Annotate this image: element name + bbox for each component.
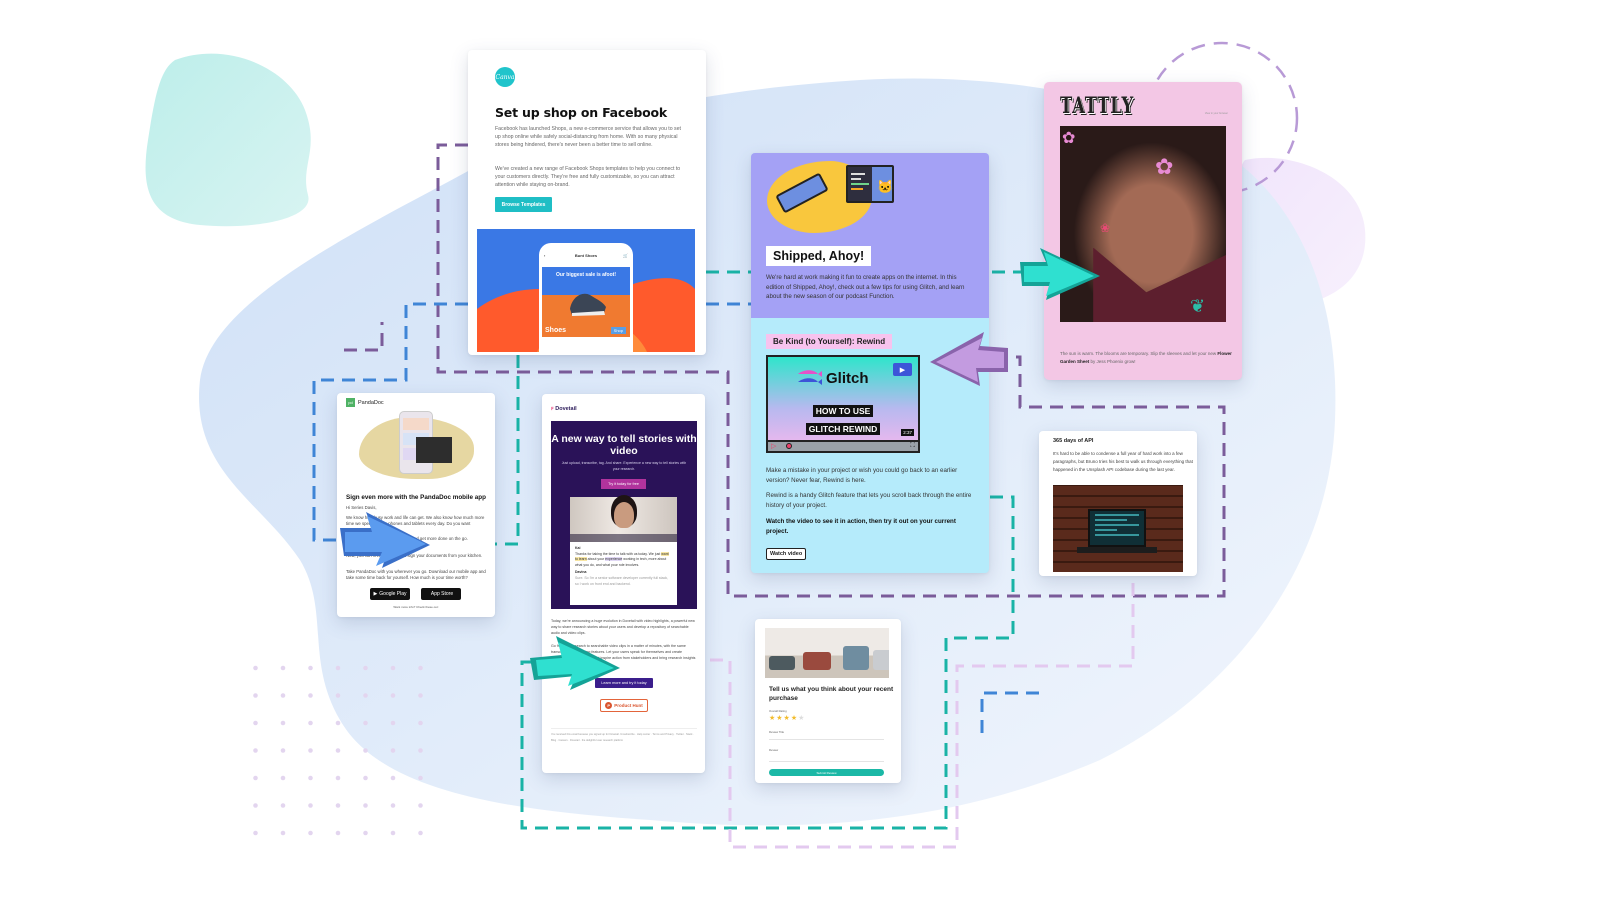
unsplash-api-card[interactable]: 365 days of API It's hard to be able to … [1039, 431, 1197, 576]
shoe-image [570, 293, 606, 316]
pandadoc-more-info: Want more info? Check these out: [393, 605, 439, 609]
dovetail-title: A new way to tell stories with video [551, 433, 697, 457]
tattly-caption: The sun is warm. The blooms are temporar… [1060, 351, 1232, 364]
review-textarea[interactable] [769, 752, 884, 762]
back-chevron-icon: ‹ [544, 253, 546, 258]
api-title: 365 days of API [1053, 438, 1094, 444]
api-body: It's hard to be able to condense a full … [1053, 451, 1193, 472]
view-in-browser-link[interactable]: View in your browser [1205, 112, 1228, 115]
transcript-2: Sure. So I'm a senior software developer… [575, 575, 669, 586]
dovetail-mark-icon: ꜰ [551, 406, 554, 412]
pandadoc-paragraph-1: We know how busy work and life can get. … [346, 515, 485, 527]
star-empty-icon: ★ [798, 715, 806, 722]
star-rating[interactable]: ★★★★★ [769, 714, 805, 722]
cart-icon: 🛒 [623, 253, 628, 258]
glitch-section-title: Be Kind (to Yourself): Rewind [766, 334, 893, 349]
glitch-body-3: Watch the video to see it in action, the… [766, 518, 956, 535]
phone-header: Bunt Shoes [574, 253, 598, 258]
fish-logo-icon [798, 370, 822, 385]
video-scrubber[interactable] [786, 443, 792, 449]
teal-blob [145, 53, 311, 227]
glitch-intro: We're hard at work making it fun to crea… [766, 274, 965, 300]
dovetail-paragraph-2: Go from raw research to searchable video… [551, 644, 696, 666]
pandadoc-greeting: Hi Series Davis, [346, 505, 377, 510]
context-menu-illustration [416, 437, 452, 463]
tattly-email-card[interactable]: TATTLY View in your browser ✿ ✿ ❀ ❦ The … [1044, 82, 1242, 380]
flower-icon: ✿ [1062, 130, 1076, 147]
flower-icon: ✿ [1155, 154, 1174, 179]
glitch-video-player[interactable]: Glitch ▶ HOW TO USE GLITCH REWIND 2:37 ▷… [766, 355, 920, 453]
rating-label: Overall Rating [769, 709, 787, 713]
dot-grid [232, 662, 427, 842]
dovetail-logo: ꜰ Dovetail [551, 406, 577, 412]
tattly-logo: TATTLY [1060, 93, 1135, 119]
cat-icon: 🐱 [877, 179, 894, 194]
phone-mockup: ‹ Bunt Shoes 🛒 Our biggest sale is afoot! … [539, 243, 633, 352]
dovetail-paragraph-1: Today, we're announcing a huge evolution… [551, 619, 695, 635]
interview-video[interactable] [570, 497, 677, 542]
video-line-1: HOW TO USE [812, 405, 874, 417]
laptop-photo [1053, 485, 1183, 572]
pandadoc-email-card[interactable]: pd PandaDoc Sign even more with the Panda… [337, 393, 495, 617]
transcript-panel: Kai Thanks for taking the time to talk w… [570, 542, 677, 605]
glitch-body-1: Make a mistake in your project or wish y… [766, 467, 958, 484]
play-icon[interactable]: ▶ [893, 363, 912, 376]
phone-sale-text: Our biggest sale is afoot! [555, 272, 616, 278]
fullscreen-icon[interactable]: ⛶ [910, 442, 915, 450]
watch-video-button[interactable]: Watch video [766, 548, 807, 560]
review-request-card[interactable]: Tell us what you think about your recent… [755, 619, 901, 783]
pandadoc-logo: pd PandaDoc [346, 398, 384, 407]
canva-email-card[interactable]: Canva Set up shop on Facebook Facebook h… [468, 50, 706, 355]
canva-paragraph-2: We've created a new range of Facebook Sh… [495, 166, 681, 189]
phone-label: Shoes [545, 327, 567, 334]
app-store-button[interactable]: App Store [421, 588, 461, 600]
glitch-email-card[interactable]: 🐱 Shipped, Ahoy! We're hard at work maki… [751, 153, 989, 573]
learn-more-button[interactable]: Learn more and try it today [595, 678, 653, 688]
play-small-icon[interactable]: ▷ [771, 442, 776, 450]
star-icon: ★★★★ [769, 715, 799, 722]
try-free-button[interactable]: Try it today for free [601, 479, 646, 489]
review-title: Tell us what you think about your recent… [769, 686, 894, 702]
pandadoc-paragraph-4: Take PandaDoc with you wherever you go. … [346, 569, 486, 581]
flower-tattoo-icon: ❀ [1100, 221, 1111, 235]
video-duration: 2:37 [901, 429, 914, 436]
transcript-1: Thanks for taking the time to talk with … [575, 551, 669, 567]
google-play-button[interactable]: ▶ Google Play [370, 588, 410, 600]
review-title-input[interactable] [769, 733, 884, 740]
pandadoc-paragraph-2: ... to help you get some time back and g… [346, 536, 468, 541]
video-controls[interactable]: ▷ ⛶ [768, 440, 918, 451]
tattoo-model-photo: ✿ ✿ ❀ ❦ [1060, 126, 1226, 322]
play-store-icon: ▶ [373, 591, 378, 597]
glitch-header: 🐱 Shipped, Ahoy! We're hard at work maki… [751, 153, 989, 318]
canva-hero-image: ‹ Bunt Shoes 🛒 Our biggest sale is afoot! … [477, 229, 695, 352]
canva-title: Set up shop on Facebook [495, 105, 668, 120]
glitch-title: Shipped, Ahoy! [766, 246, 872, 266]
phone-shop-button: Shop [610, 327, 626, 334]
canva-paragraph-1: Facebook has launched Shops, a new e-com… [495, 126, 681, 149]
leaf-icon: ❦ [1190, 296, 1206, 316]
browse-templates-button[interactable]: Browse Templates [495, 197, 552, 212]
pandadoc-title: Sign even more with the PandaDoc mobile … [346, 494, 486, 501]
video-line-2: GLITCH REWIND [805, 423, 881, 435]
submit-review-button[interactable]: Submit Review [769, 769, 884, 776]
pandadoc-paragraph-3: Now, you can create, send, and sign your… [346, 553, 483, 558]
glitch-body-2: Rewind is a handy Glitch feature that le… [766, 492, 972, 509]
canva-logo: Canva [495, 67, 515, 87]
bowls-photo [765, 628, 889, 678]
product-hunt-icon: P [605, 702, 613, 709]
dovetail-email-card[interactable]: ꜰ Dovetail A new way to tell stories wit… [542, 394, 705, 773]
dovetail-subtitle: Just upload, transcribe, tag. And share.… [561, 461, 687, 471]
dovetail-hero: A new way to tell stories with video Jus… [551, 421, 697, 609]
video-controls[interactable] [570, 534, 677, 542]
dovetail-footer: You received this email because you sign… [551, 728, 697, 744]
video-brand: Glitch [826, 370, 869, 387]
product-hunt-badge[interactable]: P Product Hunt [600, 699, 648, 712]
